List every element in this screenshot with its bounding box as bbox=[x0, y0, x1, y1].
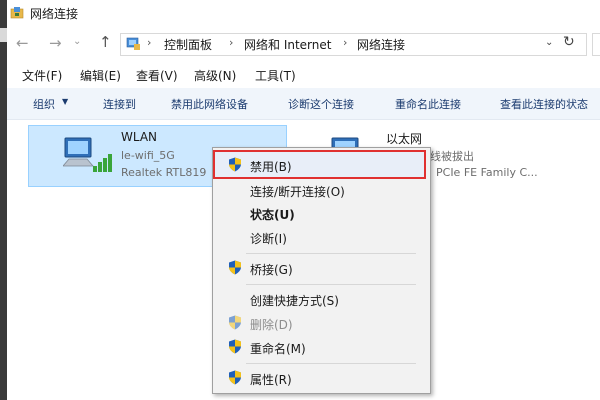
title-bar[interactable] bbox=[7, 0, 600, 26]
menu-file[interactable]: 文件(F) bbox=[22, 67, 62, 84]
recent-locations-chevron-icon[interactable]: ⌄ bbox=[73, 36, 81, 47]
breadcrumb-network-internet[interactable]: 网络和 Internet bbox=[244, 36, 331, 53]
menu-item-rename[interactable]: 重命名(M) bbox=[250, 340, 306, 357]
menu-item-status[interactable]: 状态(U) bbox=[250, 206, 295, 223]
uac-shield-icon bbox=[229, 315, 241, 330]
refresh-icon[interactable]: ↻ bbox=[563, 34, 575, 50]
disable-device-button[interactable]: 禁用此网络设备 bbox=[171, 96, 248, 112]
menu-item-create-shortcut[interactable]: 创建快捷方式(S) bbox=[250, 292, 339, 309]
ethernet-status: 线被拔出 bbox=[430, 150, 474, 163]
view-status-button[interactable]: 查看此连接的状态 bbox=[500, 96, 588, 112]
breadcrumb-separator: › bbox=[343, 36, 348, 49]
wlan-adapter: Realtek RTL819 bbox=[121, 166, 207, 179]
breadcrumb-network-connections[interactable]: 网络连接 bbox=[357, 36, 405, 53]
ethernet-name: 以太网 bbox=[386, 132, 423, 146]
control-panel-icon bbox=[126, 37, 140, 50]
rename-connection-button[interactable]: 重命名此连接 bbox=[395, 96, 461, 112]
ethernet-adapter: PCIe FE Family C... bbox=[436, 166, 538, 179]
connect-to-button[interactable]: 连接到 bbox=[103, 96, 136, 112]
wlan-network: le-wifi_5G bbox=[121, 149, 175, 162]
menu-advanced[interactable]: 高级(N) bbox=[194, 67, 236, 84]
menu-edit[interactable]: 编辑(E) bbox=[80, 67, 121, 84]
window-title: 网络连接 bbox=[30, 7, 79, 21]
menu-item-properties[interactable]: 属性(R) bbox=[250, 371, 292, 388]
organize-button[interactable]: 组织 bbox=[33, 96, 55, 112]
desktop-edge bbox=[0, 0, 7, 400]
forward-arrow-icon[interactable]: → bbox=[49, 34, 62, 52]
uac-shield-icon bbox=[229, 370, 241, 385]
highlighted-menu-item[interactable] bbox=[213, 150, 426, 179]
back-arrow-icon[interactable]: ← bbox=[16, 34, 29, 52]
organize-dropdown-icon[interactable]: ▼ bbox=[62, 97, 68, 106]
menu-separator bbox=[246, 363, 416, 364]
network-folder-icon bbox=[10, 7, 24, 19]
menu-separator bbox=[246, 253, 416, 254]
menu-item-delete: 删除(D) bbox=[250, 318, 293, 332]
menu-separator bbox=[246, 284, 416, 285]
uac-shield-icon bbox=[229, 157, 241, 172]
menu-item-diagnose[interactable]: 诊断(I) bbox=[250, 230, 287, 247]
breadcrumb-separator: › bbox=[147, 36, 152, 49]
breadcrumb-control-panel[interactable]: 控制面板 bbox=[164, 36, 212, 53]
uac-shield-icon bbox=[229, 260, 241, 275]
wlan-name: WLAN bbox=[121, 130, 158, 144]
diagnose-connection-button[interactable]: 诊断这个连接 bbox=[288, 96, 354, 112]
menu-tools[interactable]: 工具(T) bbox=[255, 67, 296, 84]
uac-shield-icon bbox=[229, 339, 241, 354]
address-dropdown-icon[interactable]: ⌄ bbox=[545, 37, 553, 48]
menu-item-connect-disconnect[interactable]: 连接/断开连接(O) bbox=[250, 183, 345, 200]
wireless-adapter-icon bbox=[63, 137, 112, 172]
menu-item-bridge[interactable]: 桥接(G) bbox=[250, 261, 293, 278]
search-input[interactable] bbox=[592, 33, 600, 56]
menu-view[interactable]: 查看(V) bbox=[136, 67, 178, 84]
breadcrumb-separator: › bbox=[229, 36, 234, 49]
desktop-edge-highlight bbox=[0, 28, 7, 42]
up-arrow-icon[interactable]: ↑ bbox=[99, 33, 112, 51]
menu-item-disable[interactable]: 禁用(B) bbox=[250, 158, 292, 175]
